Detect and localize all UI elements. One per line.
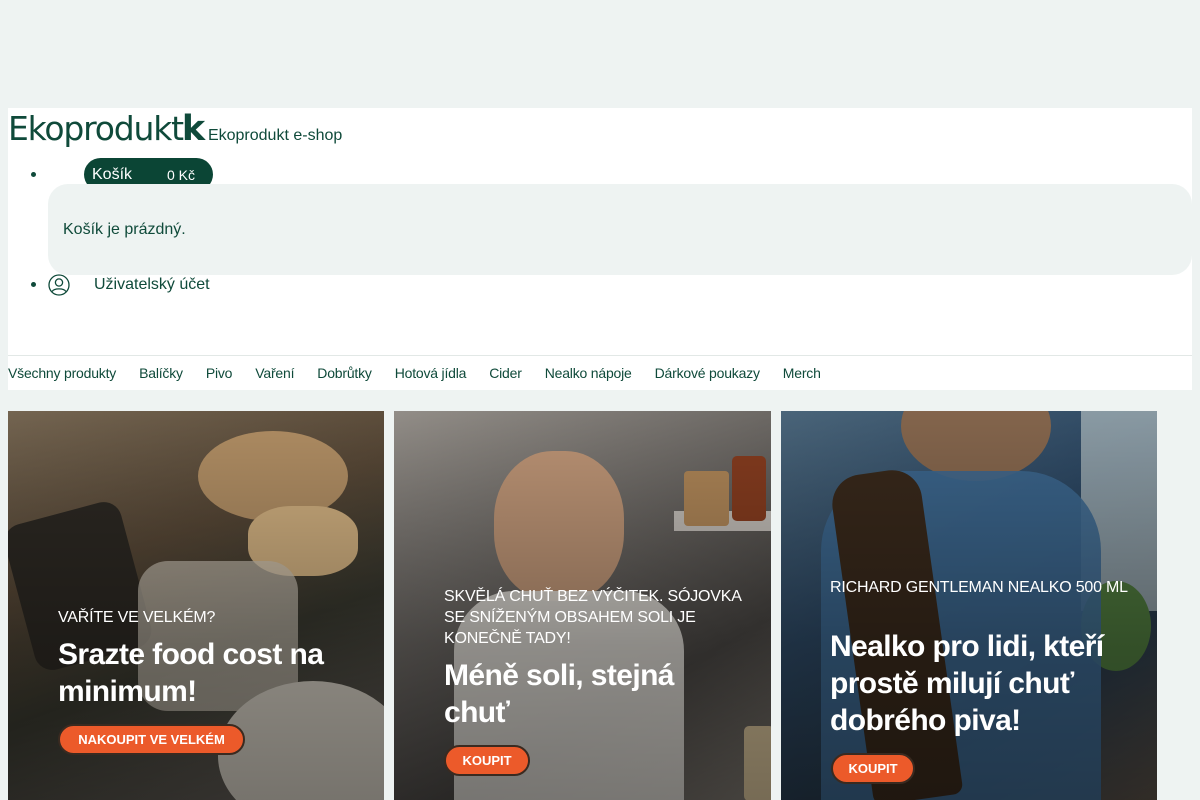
nav-item-pivo[interactable]: Pivo: [206, 365, 233, 381]
cart-label: Košík: [92, 165, 133, 183]
user-icon: [48, 274, 70, 296]
main-nav: Všechny produkty Balíčky Pivo Vaření Dob…: [8, 355, 1192, 390]
user-account-label: Uživatelský účet: [94, 276, 210, 293]
list-bullet: [31, 172, 36, 177]
bulk-buy-button[interactable]: NAKOUPIT VE VELKÉM: [58, 724, 245, 755]
nav-item-merch[interactable]: Merch: [783, 365, 821, 381]
nav-item-darkove-poukazy[interactable]: Dárkové poukazy: [655, 365, 760, 381]
promo-banner-bulk[interactable]: VAŘÍTE VE VELKÉM? Srazte food cost na mi…: [8, 411, 384, 800]
banner-headline: Méně soli, stejná chuť: [444, 659, 674, 729]
promo-banner-soy[interactable]: SKVĚLÁ CHUŤ BEZ VÝČITEK. SÓJOVKA SE SNÍŽ…: [394, 411, 771, 800]
nav-item-vsechny-produkty[interactable]: Všechny produkty: [8, 365, 116, 381]
banner-kicker: VAŘÍTE VE VELKÉM?: [58, 609, 216, 626]
promo-banner-beer[interactable]: RICHARD GENTLEMAN NEALKO 500 ML Nealko p…: [781, 411, 1157, 800]
site-header: Ekoproduktk Ekoprodukt e-shop Košík 0 Kč…: [8, 108, 1192, 390]
banner-kicker: RICHARD GENTLEMAN NEALKO 500 ML: [830, 579, 1128, 596]
list-bullet: [31, 282, 36, 287]
nav-item-balicky[interactable]: Balíčky: [139, 365, 183, 381]
nav-item-hotova-jidla[interactable]: Hotová jídla: [395, 365, 467, 381]
cart-empty-message: Košík je prázdný.: [63, 221, 186, 238]
buy-beer-button[interactable]: KOUPIT: [831, 753, 915, 784]
banner-kicker: SKVĚLÁ CHUŤ BEZ VÝČITEK. SÓJOVKA SE SNÍŽ…: [444, 588, 741, 647]
logo[interactable]: Ekoproduktk: [8, 109, 205, 149]
logo-text: Ekoprodukt: [8, 109, 184, 148]
nav-item-nealko-napoje[interactable]: Nealko nápoje: [545, 365, 632, 381]
logo-row: Ekoproduktk Ekoprodukt e-shop: [8, 109, 343, 149]
site-name: Ekoprodukt e-shop: [207, 127, 343, 144]
buy-soy-sauce-button[interactable]: KOUPIT: [444, 745, 530, 776]
banner-shade: [781, 411, 1157, 800]
nav-item-dobrutky[interactable]: Dobrůtky: [317, 365, 372, 381]
cart-dropdown: Košík je prázdný.: [48, 184, 1192, 275]
logo-mark: k: [181, 109, 205, 149]
user-account-link[interactable]: Uživatelský účet: [48, 274, 210, 296]
banner-headline: Srazte food cost na minimum!: [58, 638, 324, 708]
nav-item-cider[interactable]: Cider: [489, 365, 522, 381]
cart-price: 0 Kč: [167, 166, 196, 183]
banner-headline: Nealko pro lidi, kteří prostě milují chu…: [830, 630, 1104, 737]
nav-item-vareni[interactable]: Vaření: [255, 365, 294, 381]
